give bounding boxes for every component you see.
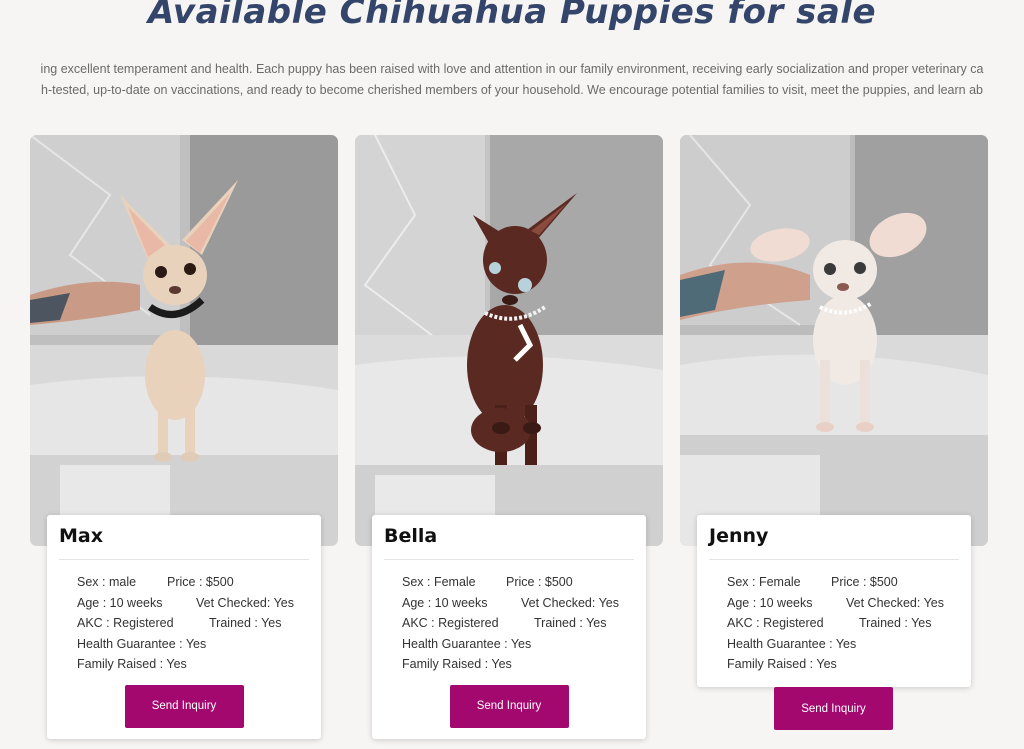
puppy-photo-jenny[interactable]	[680, 135, 988, 546]
intro-text: ing excellent temperament and health. Ea…	[0, 59, 1024, 101]
trained-label: Trained : Yes	[209, 616, 282, 630]
akc-label: AKC : Registered	[402, 616, 499, 630]
puppy-name: Bella	[384, 525, 438, 547]
trained-label: Trained : Yes	[534, 616, 607, 630]
puppy-info-panel: Max Sex : male Price : $500 Age : 10 week…	[47, 515, 321, 739]
intro-line-2: h-tested, up-to-date on vaccinations, an…	[41, 83, 983, 97]
sex-label: Sex : Female	[402, 575, 476, 589]
puppy-image-bella	[355, 135, 663, 546]
vet-checked-label: Vet Checked: Yes	[846, 595, 944, 610]
puppy-name: Jenny	[709, 525, 769, 547]
akc-label: AKC : Registered	[727, 616, 824, 630]
price-label: Price : $500	[831, 575, 898, 589]
family-raised-label: Family Raised : Yes	[727, 657, 837, 671]
age-label: Age : 10 weeks	[402, 595, 488, 610]
price-label: Price : $500	[506, 575, 573, 589]
vet-checked-label: Vet Checked: Yes	[196, 595, 294, 610]
puppy-info-panel: Jenny Sex : Female Price : $500 Age : 10 …	[697, 515, 971, 687]
health-guarantee-label: Health Guarantee : Yes	[727, 636, 857, 651]
price-label: Price : $500	[167, 575, 234, 589]
puppy-details: Sex : male Price : $500 Age : 10 weeks Vet…	[47, 560, 321, 678]
intro-line-1: ing excellent temperament and health. Ea…	[40, 62, 984, 76]
puppy-photo-bella[interactable]	[355, 135, 663, 546]
puppy-details: Sex : Female Price : $500 Age : 10 weeks V…	[697, 560, 971, 678]
sex-label: Sex : male	[77, 575, 137, 589]
puppy-details: Sex : Female Price : $500 Age : 10 weeks V…	[372, 560, 646, 678]
vet-checked-label: Vet Checked: Yes	[521, 595, 619, 610]
family-raised-label: Family Raised : Yes	[77, 657, 187, 671]
health-guarantee-label: Health Guarantee : Yes	[402, 636, 532, 651]
age-label: Age : 10 weeks	[77, 595, 163, 610]
puppy-image-jenny	[680, 135, 988, 546]
puppy-photo-max[interactable]	[30, 135, 338, 546]
puppy-name: Max	[59, 525, 103, 547]
sex-label: Sex : Female	[727, 575, 801, 589]
health-guarantee-label: Health Guarantee : Yes	[77, 636, 207, 651]
page-title: Available Chihuahua Puppies for sale	[147, 0, 877, 32]
send-inquiry-button[interactable]: Send Inquiry	[124, 684, 244, 728]
trained-label: Trained : Yes	[859, 616, 932, 630]
send-inquiry-button[interactable]: Send Inquiry	[774, 687, 893, 730]
family-raised-label: Family Raised : Yes	[402, 657, 512, 671]
puppy-image-max	[30, 135, 338, 546]
akc-label: AKC : Registered	[77, 616, 174, 630]
puppy-info-panel: Bella Sex : Female Price : $500 Age : 10 …	[372, 515, 646, 739]
age-label: Age : 10 weeks	[727, 595, 813, 610]
send-inquiry-button[interactable]: Send Inquiry	[449, 684, 569, 728]
